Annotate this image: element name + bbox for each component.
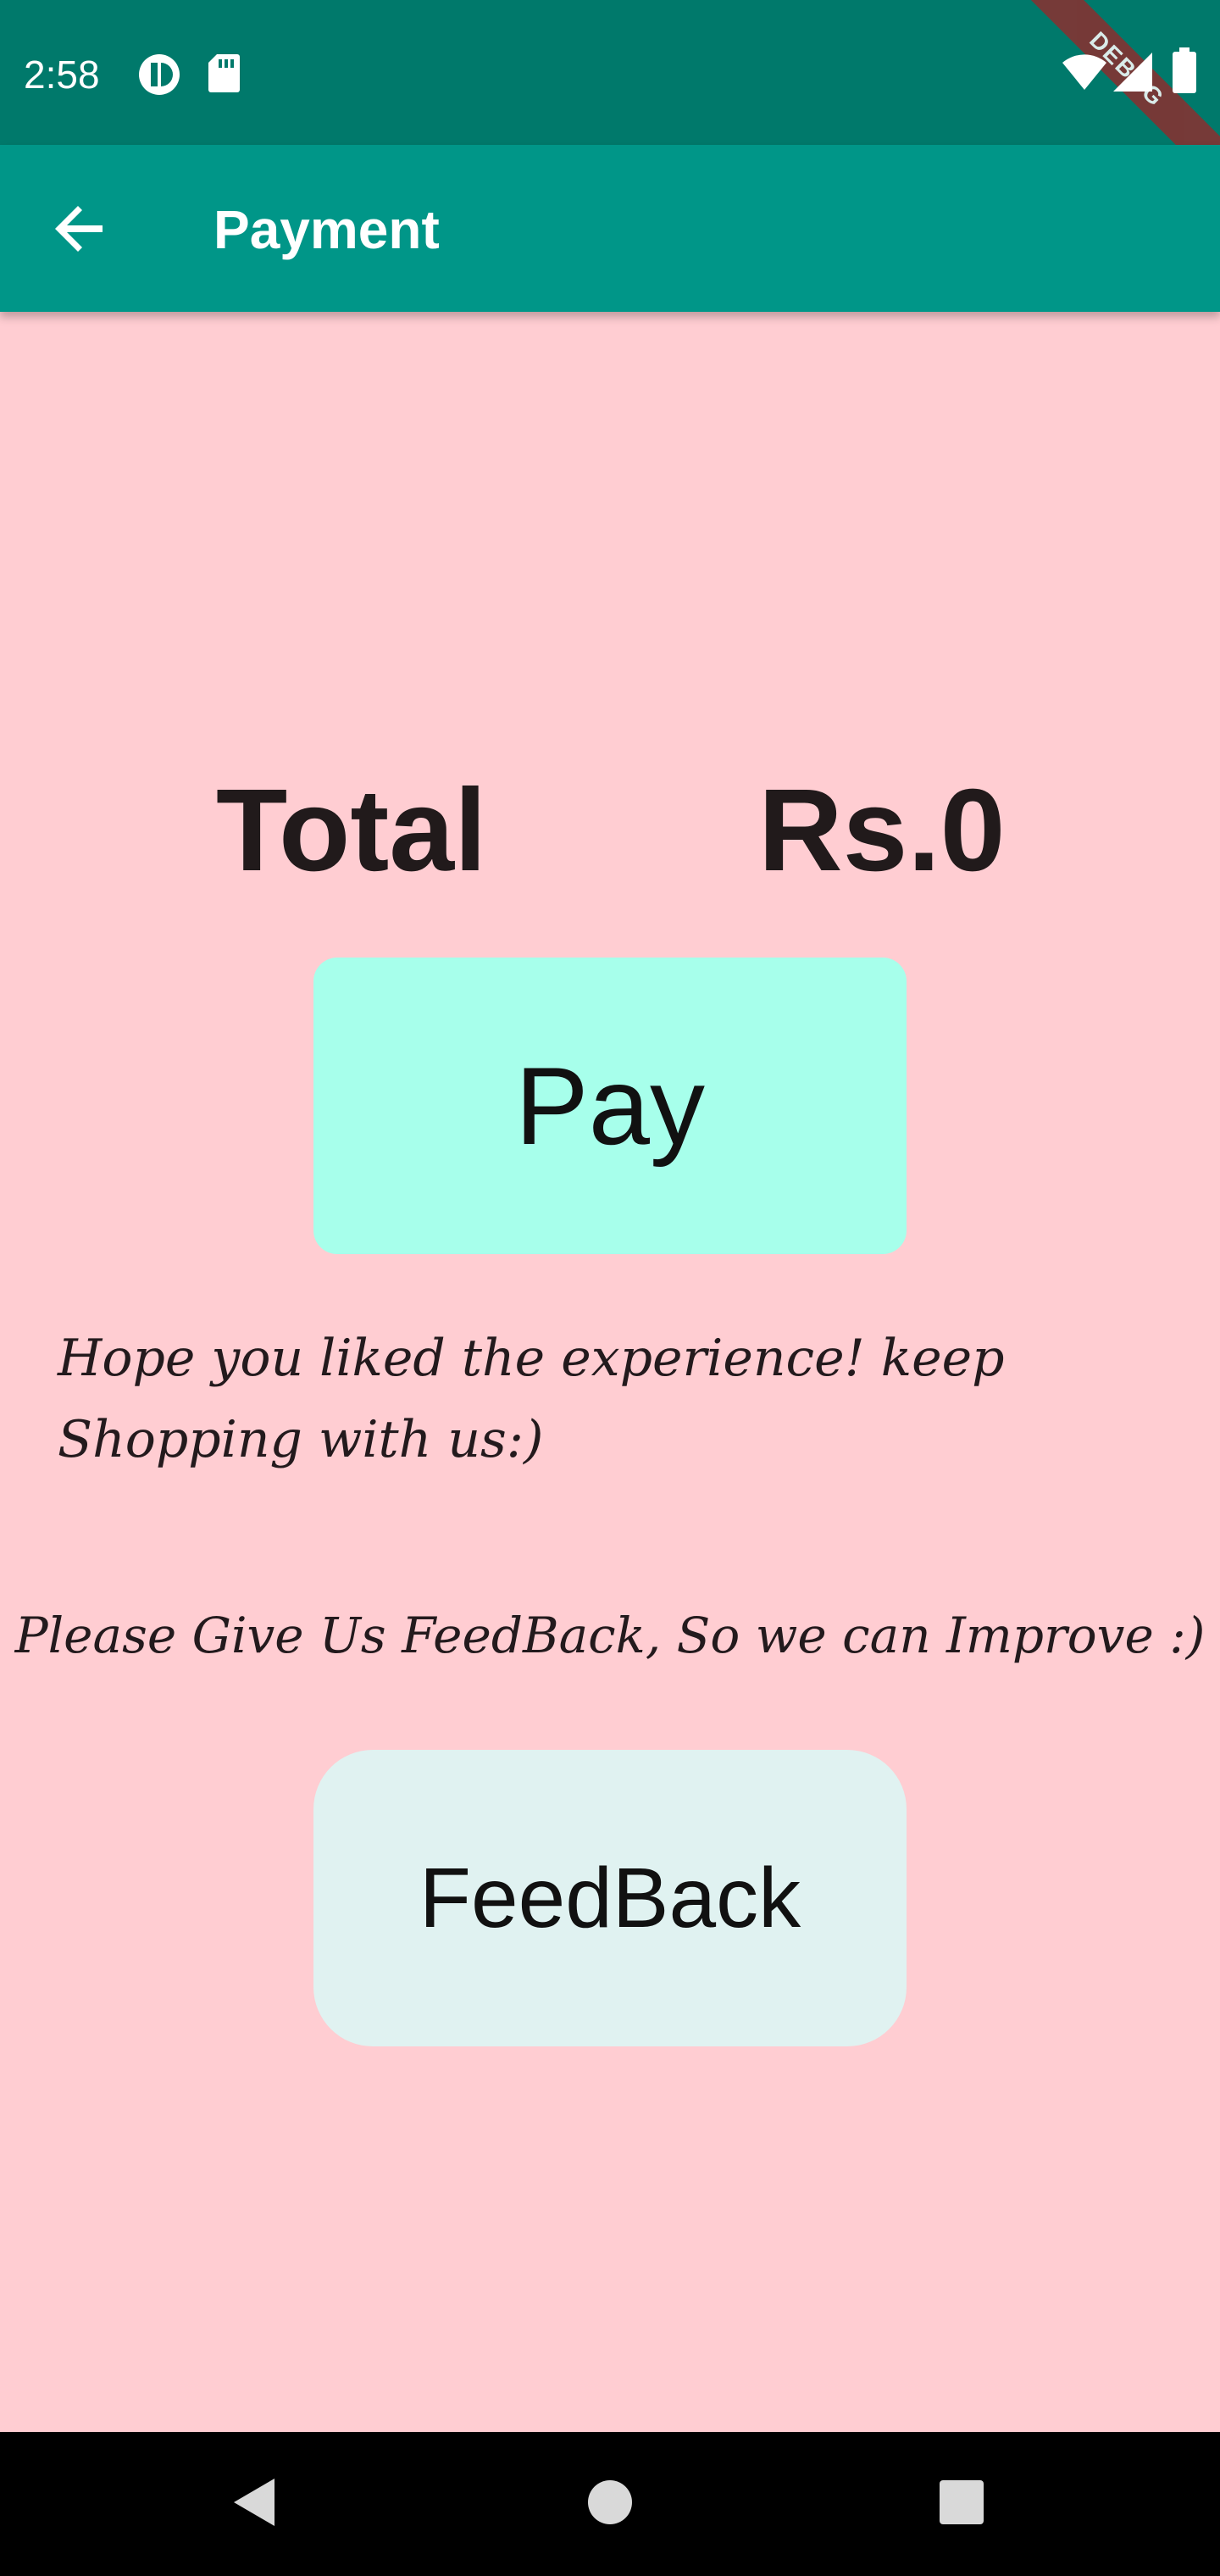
thank-you-message: Hope you liked the experience! keep Shop… <box>58 1329 1005 1469</box>
back-button[interactable] <box>34 184 127 277</box>
app-bar: Payment <box>0 145 1220 312</box>
wifi-icon <box>1061 53 1108 96</box>
home-circle-icon <box>586 2479 634 2530</box>
back-triangle-icon <box>230 2477 278 2532</box>
nav-back-button[interactable] <box>182 2432 326 2576</box>
signal-icon <box>1112 51 1154 97</box>
nav-home-button[interactable] <box>538 2432 682 2576</box>
arrow-back-icon <box>53 202 108 260</box>
feedback-prompt: Please Give Us FeedBack, So we can Impro… <box>14 1607 1206 1664</box>
nav-recents-button[interactable] <box>890 2432 1034 2576</box>
status-time: 2:58 <box>24 53 100 97</box>
battery-icon <box>1173 47 1196 97</box>
data-saver-icon <box>137 53 181 101</box>
recents-square-icon <box>938 2479 985 2530</box>
feedback-button-label: FeedBack <box>419 1850 801 1946</box>
pay-button[interactable]: Pay <box>313 958 907 1254</box>
system-nav-bar <box>0 2432 1220 2576</box>
feedback-button[interactable]: FeedBack <box>313 1750 907 2046</box>
page-title: Payment <box>214 199 440 260</box>
status-bar: 2:58 DEBUG <box>0 0 1220 191</box>
payment-screen: 2:58 DEBUG Payment Total Rs.0 Pay Hope y… <box>0 0 1220 2576</box>
total-label: Total <box>216 765 487 896</box>
total-row: Total Rs.0 <box>0 763 1220 898</box>
sd-card-icon <box>207 53 241 97</box>
pay-button-label: Pay <box>514 1044 705 1168</box>
total-amount: Rs.0 <box>758 765 1006 896</box>
